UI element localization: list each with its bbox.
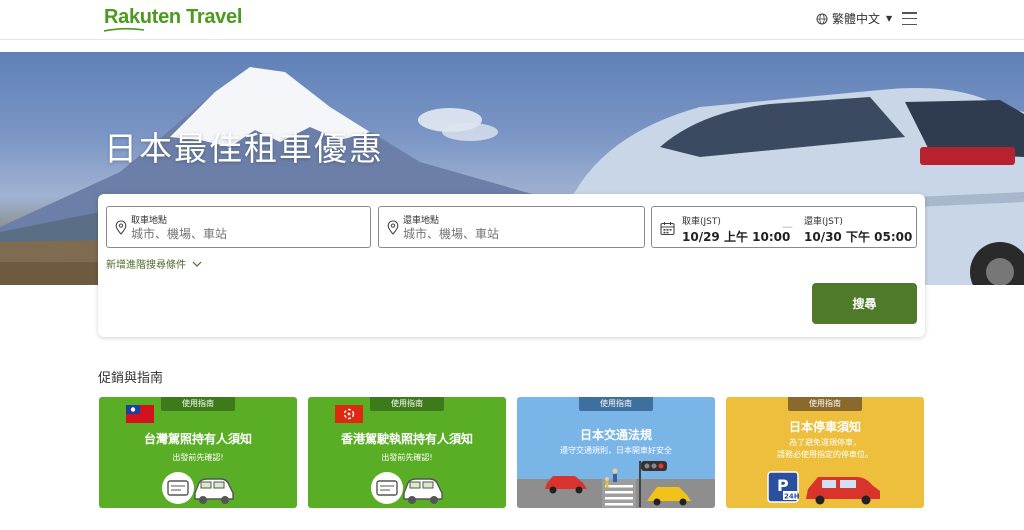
svg-text:24H: 24H — [784, 493, 800, 501]
return-time-value[interactable]: 10/30 下午 05:00 — [804, 228, 912, 245]
traffic-scene-illustration — [517, 461, 715, 508]
pickup-time-value[interactable]: 10/29 上午 10:00 — [682, 228, 790, 245]
pickup-time-label: 取車(JST) — [682, 217, 721, 227]
date-time-field[interactable]: 取車(JST) 10/29 上午 10:00 — 還車(JST) 10/30 下… — [651, 206, 917, 248]
promo-card-parking-rules[interactable]: 使用指南 日本停車須知 為了避免違規停車， 請務必使用指定的停車位。 P 24H — [726, 397, 924, 508]
return-location-input[interactable] — [403, 227, 633, 241]
promo-title: 日本交通法規 — [579, 428, 652, 442]
pickup-location-input[interactable] — [131, 227, 361, 241]
pickup-location-label: 取車地點 — [131, 216, 168, 226]
logo-swoosh-icon — [104, 27, 144, 32]
promo-subtitle-line2: 請務必使用指定的停車位。 — [777, 450, 873, 459]
guide-tag: 使用指南 — [161, 397, 235, 411]
section-title-promotions: 促銷與指南 — [98, 371, 164, 386]
chevron-down-icon — [192, 261, 202, 267]
caret-down-icon: ▼ — [886, 14, 893, 23]
license-car-illustration — [162, 472, 234, 504]
promo-title: 香港駕駛執照持有人須知 — [340, 432, 473, 446]
parking-sign-icon: P 24H — [767, 471, 880, 505]
rakuten-travel-logo[interactable]: Rakuten Travel — [104, 6, 242, 29]
guide-tag: 使用指南 — [788, 397, 862, 411]
promo-subtitle: 為了避免違規停車， 請務必使用指定的停車位。 — [726, 437, 924, 461]
pickup-location-field[interactable]: 取車地點 — [106, 206, 371, 248]
return-location-field[interactable]: 還車地點 — [378, 206, 645, 248]
hongkong-flag-icon — [335, 405, 363, 423]
location-pin-icon — [387, 220, 399, 235]
promo-subtitle: 出發前先確認! — [172, 453, 224, 462]
license-car-illustration — [371, 472, 443, 504]
site-header: Rakuten Travel 繁體中文 ▼ — [0, 0, 1024, 40]
search-button[interactable]: 搜尋 — [812, 283, 917, 324]
guide-tag: 使用指南 — [579, 397, 653, 411]
return-location-label: 還車地點 — [403, 216, 440, 226]
location-pin-icon — [115, 220, 127, 235]
advanced-search-toggle[interactable]: 新增進階搜尋條件 — [106, 256, 202, 271]
guide-tag: 使用指南 — [370, 397, 444, 411]
promo-subtitle: 遵守交通規則，日本開車好安全 — [560, 446, 672, 455]
promo-card-traffic-rules[interactable]: 使用指南 日本交通法規 遵守交通規則，日本開車好安全 — [517, 397, 715, 508]
menu-icon[interactable] — [902, 12, 917, 25]
globe-icon — [816, 13, 828, 24]
language-selector[interactable]: 繁體中文 ▼ — [816, 10, 892, 27]
search-card: 取車地點 還車地點 取車(JST) 10/29 上午 10:00 — 還車(JS… — [98, 194, 925, 337]
promo-subtitle: 出發前先確認! — [381, 453, 433, 462]
promo-subtitle-line1: 為了避免違規停車， — [789, 438, 861, 447]
language-label: 繁體中文 — [832, 12, 881, 26]
promo-title: 台灣駕照持有人須知 — [143, 432, 252, 446]
advanced-search-label: 新增進階搜尋條件 — [106, 260, 186, 271]
hero-title: 日本最佳租車優惠 — [104, 129, 384, 168]
promo-card-hongkong-license[interactable]: 使用指南 香港駕駛執照持有人須知 出發前先確認! — [308, 397, 506, 508]
promo-title: 日本停車須知 — [788, 420, 861, 434]
date-separator: — — [782, 220, 793, 233]
promo-card-taiwan-license[interactable]: 使用指南 台灣駕照持有人須知 出發前先確認! — [99, 397, 297, 508]
calendar-icon — [660, 222, 675, 236]
return-time-label: 還車(JST) — [804, 217, 843, 227]
taiwan-flag-icon — [126, 405, 154, 423]
